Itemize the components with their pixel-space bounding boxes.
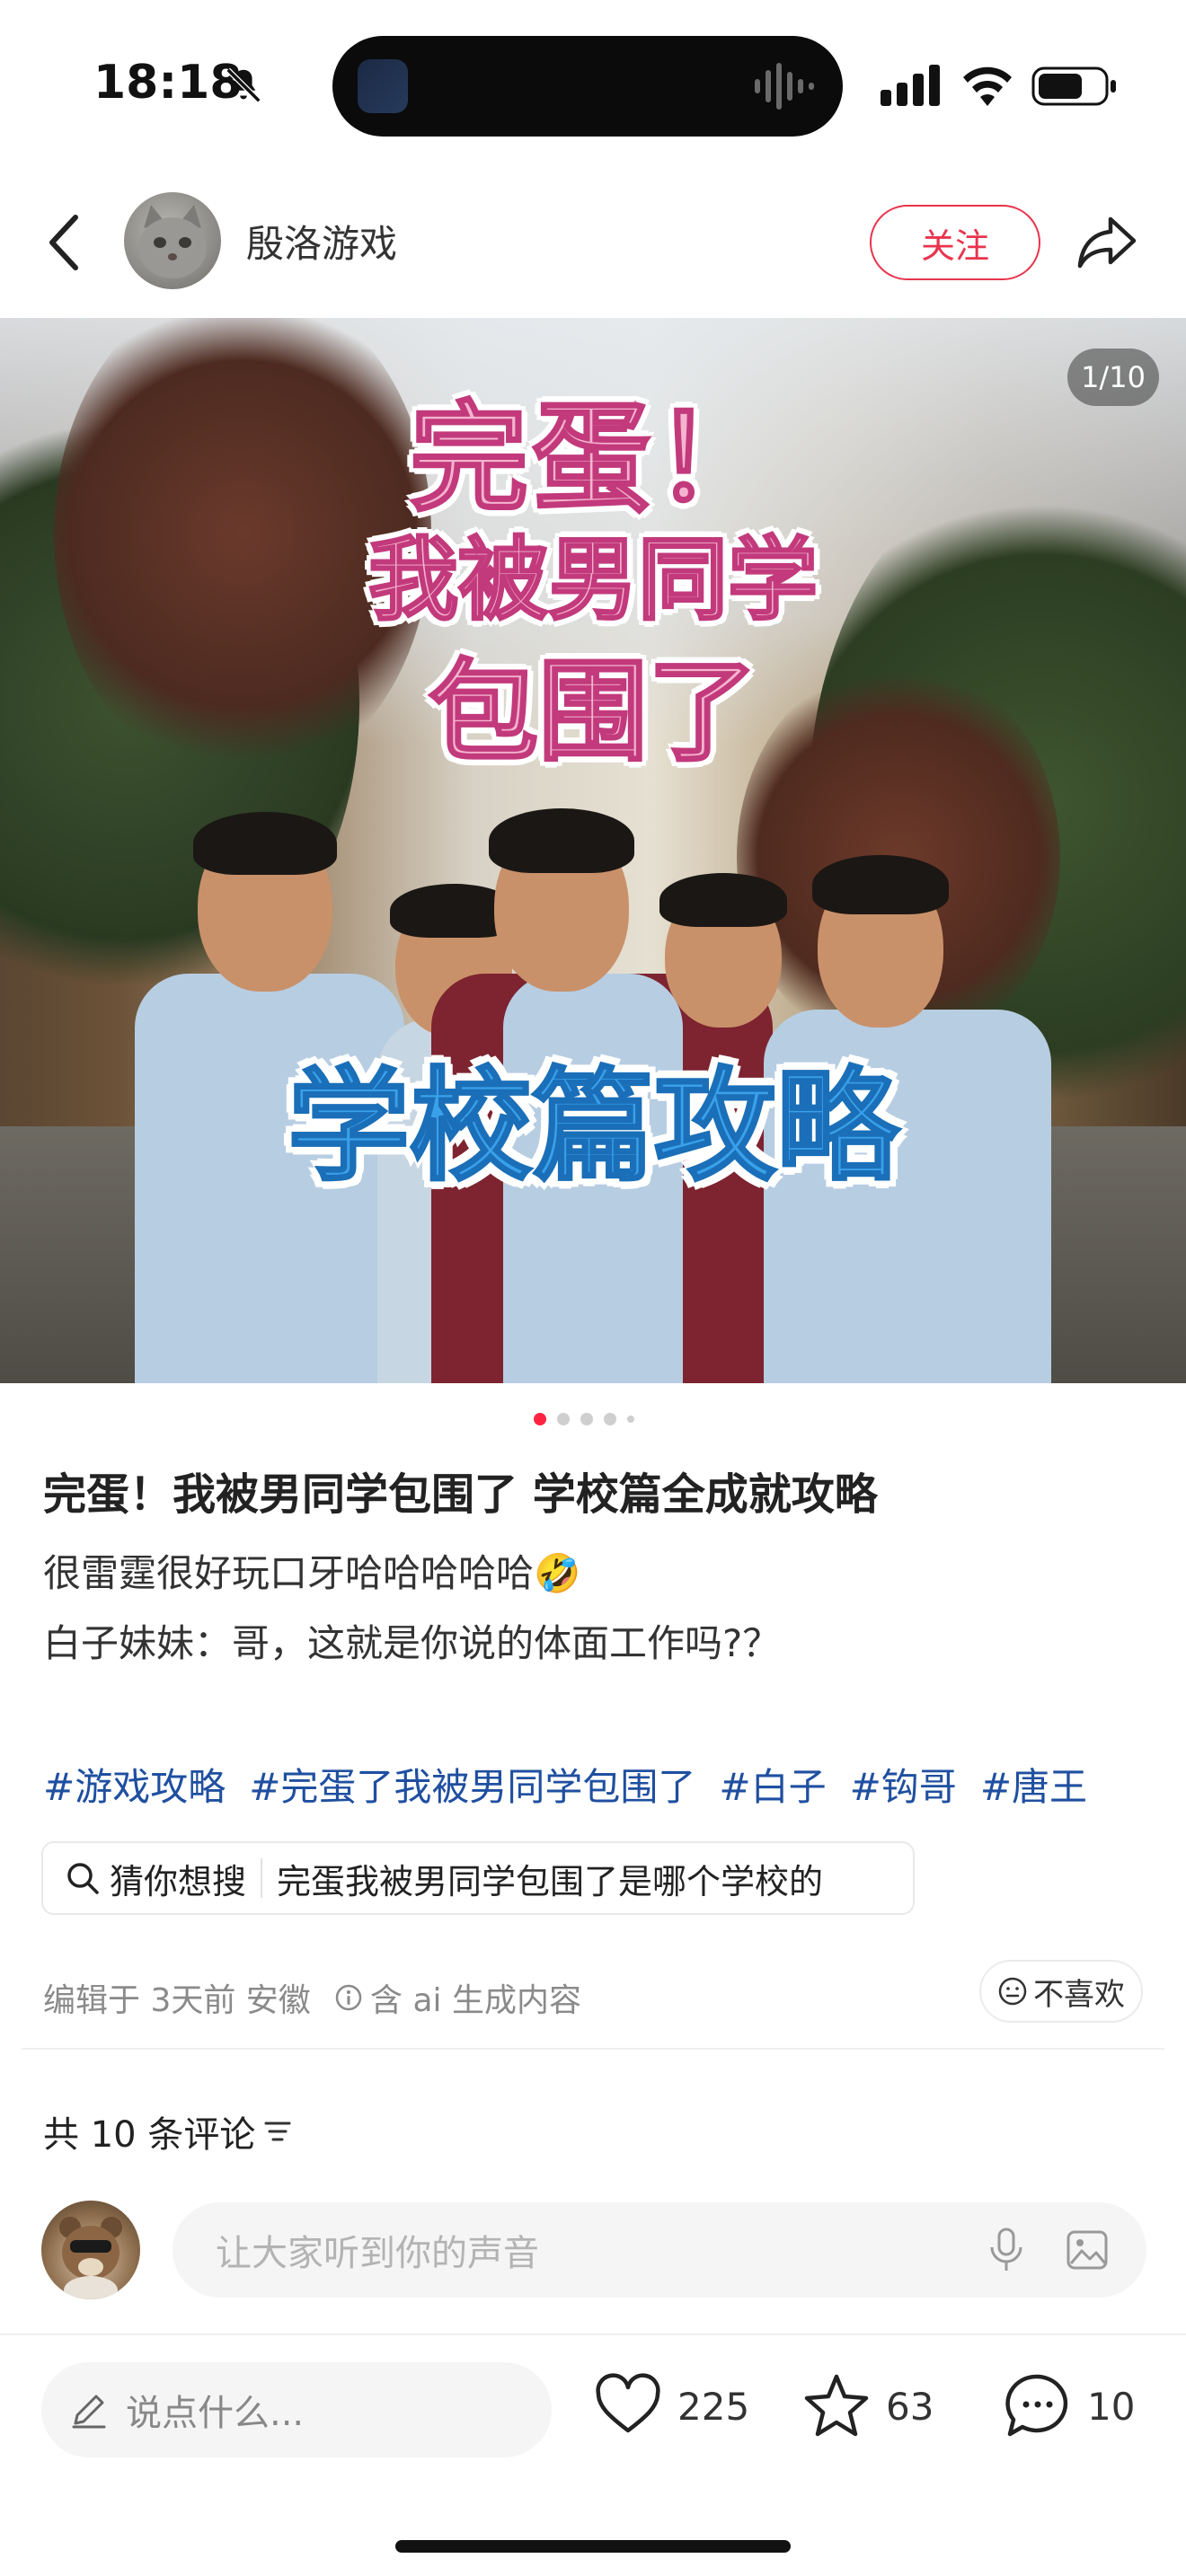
image-title-line: 包围了	[428, 648, 759, 778]
suggestion-query[interactable]: 完蛋我被男同学包围了是哪个学校的	[277, 1854, 823, 1903]
home-indicator[interactable]	[395, 2540, 791, 2553]
author-name[interactable]: 殷洛游戏	[246, 214, 397, 269]
post-body-line: 很雷霆很好玩口牙哈哈哈哈哈🤣	[43, 1551, 581, 1595]
my-avatar	[41, 2201, 140, 2299]
info-icon	[335, 1984, 362, 2011]
pager-dot	[580, 1413, 593, 1425]
sort-icon[interactable]	[262, 2118, 293, 2145]
section-divider	[22, 2048, 1164, 2050]
hashtag-link[interactable]: #钩哥	[850, 1757, 957, 1812]
author-avatar[interactable]	[124, 192, 221, 289]
say-placeholder: 说点什么...	[126, 2393, 305, 2434]
share-icon[interactable]	[1075, 210, 1139, 273]
microphone-icon[interactable]	[987, 2228, 1026, 2272]
carousel-pager	[534, 1412, 634, 1426]
bottom-bar-divider	[0, 2333, 1186, 2335]
like-button[interactable]: 225	[593, 2371, 749, 2441]
heart-icon	[596, 2373, 660, 2433]
collect-count: 63	[886, 2384, 934, 2429]
pager-dot	[557, 1413, 570, 1425]
cellular-signal-icon	[881, 65, 940, 106]
comment-button[interactable]: 10	[1003, 2371, 1135, 2441]
post-body-line: 白子妹妹：哥，这就是你说的体面工作吗?？	[43, 1621, 781, 1665]
say-something-input[interactable]: 说点什么...	[41, 2362, 552, 2457]
pager-dot-active	[534, 1413, 546, 1425]
image-title-line: 我被男同学	[367, 526, 819, 634]
cat-avatar-image	[138, 205, 207, 278]
collect-button[interactable]: 63	[801, 2371, 934, 2441]
comments-count: 共 10 条评论	[43, 2114, 256, 2156]
bell-muted-icon	[226, 67, 261, 103]
now-playing-thumb	[358, 59, 408, 113]
follow-button[interactable]: 关注	[870, 205, 1040, 280]
search-icon	[67, 1863, 99, 1894]
edit-meta: 编辑于 3天前 安徽	[43, 1982, 311, 2019]
wifi-icon	[963, 66, 1012, 106]
pager-dot	[627, 1416, 634, 1423]
star-icon	[804, 2374, 869, 2437]
hashtag-list: #游戏攻略 #完蛋了我被男同学包围了 #白子 #钩哥 #唐王	[43, 1757, 1087, 1812]
waveform-icon	[755, 63, 814, 110]
image-subtitle: 学校篇攻略	[287, 1055, 900, 1200]
bear-avatar-image	[59, 2217, 122, 2299]
neutral-face-icon	[998, 1977, 1027, 2006]
pager-dot	[604, 1413, 616, 1425]
comments-count-header[interactable]: 共 10 条评论	[43, 2105, 293, 2157]
post-image-carousel[interactable]: 完蛋！ 我被男同学 包围了 学校篇攻略 1/10	[0, 318, 1186, 1383]
comment-placeholder: 让大家听到你的声音	[216, 2233, 539, 2274]
comment-count: 10	[1087, 2384, 1136, 2429]
hashtag-link[interactable]: #游戏攻略	[43, 1757, 226, 1812]
like-count: 225	[677, 2384, 750, 2429]
dislike-label: 不喜欢	[1033, 1976, 1125, 2013]
image-icon[interactable]	[1066, 2229, 1109, 2271]
hashtag-link[interactable]: #完蛋了我被男同学包围了	[249, 1757, 695, 1812]
battery-icon	[1031, 66, 1116, 106]
suggestion-divider	[261, 1858, 263, 1898]
back-icon[interactable]	[40, 208, 93, 277]
dislike-button[interactable]: 不喜欢	[979, 1960, 1143, 2023]
pencil-icon	[72, 2395, 106, 2429]
ai-note-text: 含 ai 生成内容	[370, 1982, 581, 2019]
hashtag-link[interactable]: #白子	[719, 1757, 826, 1812]
suggestion-label: 猜你想搜	[110, 1861, 247, 1901]
ai-content-note: 含 ai 生成内容	[334, 1974, 581, 2021]
image-counter: 1/10	[1067, 348, 1159, 406]
comment-input[interactable]: 让大家听到你的声音	[173, 2202, 1146, 2298]
hashtag-link[interactable]: #唐王	[980, 1757, 1087, 1812]
search-suggestion[interactable]: 猜你想搜 完蛋我被男同学包围了是哪个学校的	[41, 1841, 915, 1915]
post-title: 完蛋！我被男同学包围了 学校篇全成就攻略	[43, 1469, 878, 1520]
speech-bubble-icon	[1005, 2374, 1068, 2437]
status-time: 18:18	[93, 56, 243, 110]
dynamic-island	[332, 36, 843, 137]
